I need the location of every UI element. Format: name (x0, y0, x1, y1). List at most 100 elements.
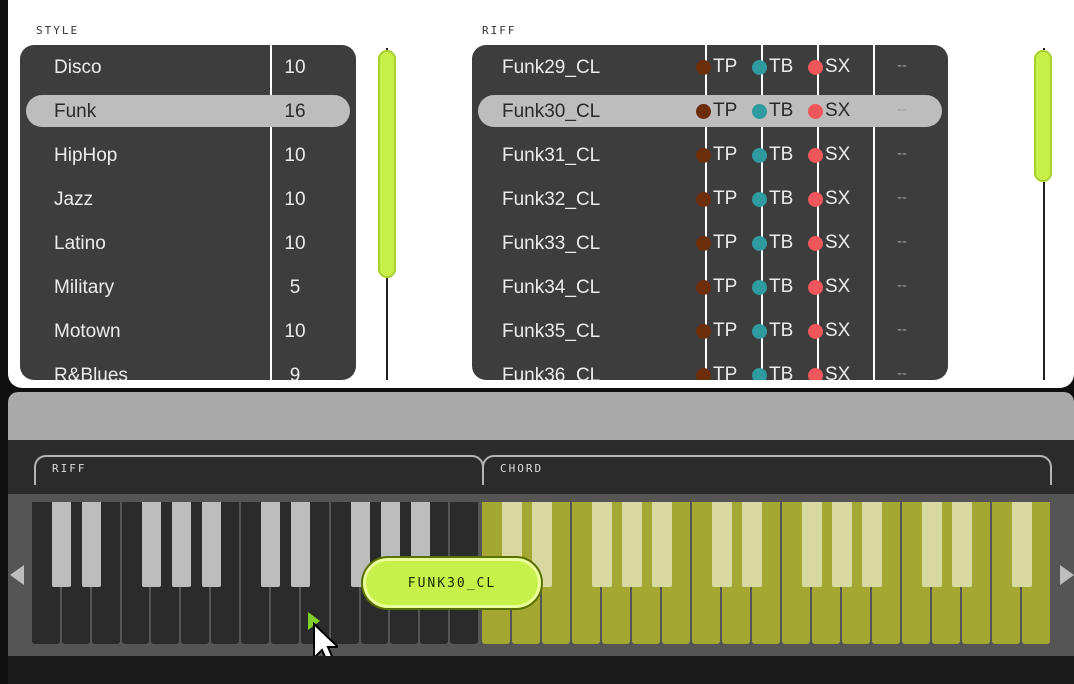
riff-item[interactable]: Funk35_CL TP TB SX -- (472, 313, 948, 349)
style-item[interactable]: Jazz 10 (20, 181, 356, 217)
riff-item-name: Funk33_CL (502, 233, 601, 254)
instrument-tag: TP (696, 100, 737, 122)
instrument-dot-icon (808, 235, 823, 251)
tab-chord[interactable]: CHORD (482, 455, 1052, 485)
instrument-tag: TB (752, 320, 793, 342)
riff-black-key[interactable] (52, 502, 72, 588)
riff-item[interactable]: Funk31_CL TP TB SX -- (472, 137, 948, 173)
riff-item-extra: -- (897, 57, 907, 74)
bottom-bar (8, 656, 1074, 684)
riff-header: RIFF (482, 24, 517, 37)
riff-item-extra: -- (897, 145, 907, 162)
chord-black-key[interactable] (592, 502, 612, 588)
riff-item-name: Funk31_CL (502, 145, 601, 166)
chord-black-key[interactable] (952, 502, 972, 588)
tab-riff[interactable]: RIFF (34, 455, 484, 485)
riff-black-key[interactable] (201, 502, 221, 588)
instrument-dot-icon (808, 191, 823, 207)
instrument-tag: TP (696, 276, 737, 298)
riff-scrollbar-thumb[interactable] (1034, 50, 1052, 182)
instrument-dot-icon (696, 235, 711, 251)
instrument-abbr: TB (769, 320, 794, 341)
instrument-abbr: TP (713, 100, 738, 121)
chord-keyboard[interactable] (482, 502, 1052, 644)
style-item-name: Latino (54, 233, 106, 254)
instrument-abbr: SX (825, 276, 851, 297)
riff-item[interactable]: Funk36_CL TP TB SX -- (472, 357, 948, 380)
instrument-tag: SX (808, 144, 850, 166)
instrument-tag: TB (752, 144, 793, 166)
tab-chord-label: CHORD (500, 462, 544, 475)
style-item-name: Disco (54, 57, 102, 78)
chord-black-key[interactable] (742, 502, 762, 588)
style-item[interactable]: Military 5 (20, 269, 356, 305)
style-scrollbar-thumb[interactable] (378, 50, 396, 278)
instrument-dot-icon (808, 103, 823, 119)
riff-item-name: Funk34_CL (502, 277, 601, 298)
riff-item-extra: -- (897, 365, 907, 380)
instrument-abbr: SX (825, 188, 851, 209)
instrument-tag: SX (808, 364, 850, 380)
riff-item-name: Funk36_CL (502, 365, 601, 380)
riff-black-key[interactable] (141, 502, 162, 588)
chord-black-key[interactable] (652, 502, 672, 588)
style-item-count: 10 (284, 321, 306, 342)
style-item[interactable]: HipHop 10 (20, 137, 356, 173)
style-item-count: 5 (289, 277, 301, 298)
chord-black-key[interactable] (832, 502, 852, 588)
riff-item[interactable]: Funk29_CL TP TB SX -- (472, 49, 948, 85)
instrument-dot-icon (752, 191, 767, 207)
instrument-tag: TB (752, 364, 793, 380)
instrument-dot-icon (752, 103, 767, 119)
style-item[interactable]: R&Blues 9 (20, 357, 356, 380)
instrument-tag: SX (808, 188, 850, 210)
instrument-tag: TP (696, 144, 737, 166)
style-item-name: HipHop (54, 145, 118, 166)
style-item[interactable]: Motown 10 (20, 313, 356, 349)
instrument-tag: TB (752, 232, 793, 254)
chord-black-key[interactable] (712, 502, 732, 588)
style-item[interactable]: Funk 16 (20, 93, 356, 129)
instrument-tag: TP (696, 320, 737, 342)
chord-black-key[interactable] (922, 502, 942, 588)
style-item[interactable]: Disco 10 (20, 49, 356, 85)
divider-band (8, 392, 1074, 440)
riff-item[interactable]: Funk32_CL TP TB SX -- (472, 181, 948, 217)
chord-black-key[interactable] (802, 502, 822, 588)
current-riff-pill[interactable]: FUNK30_CL (363, 558, 541, 608)
riff-item[interactable]: Funk33_CL TP TB SX -- (472, 225, 948, 261)
riff-item[interactable]: Funk30_CL TP TB SX -- (472, 93, 948, 129)
instrument-tag: SX (808, 276, 850, 298)
chord-black-key[interactable] (1012, 502, 1032, 588)
instrument-abbr: SX (825, 364, 851, 380)
riff-item-name: Funk30_CL (502, 101, 601, 122)
riff-black-key[interactable] (82, 502, 102, 588)
instrument-abbr: TP (713, 144, 738, 165)
style-item[interactable]: Latino 10 (20, 225, 356, 261)
instrument-tag: SX (808, 232, 850, 254)
instrument-dot-icon (752, 235, 767, 251)
riff-black-key[interactable] (291, 502, 311, 588)
riff-item[interactable]: Funk34_CL TP TB SX -- (472, 269, 948, 305)
instrument-dot-icon (696, 147, 711, 163)
instrument-abbr: TP (713, 232, 738, 253)
style-item-name: Jazz (54, 189, 94, 210)
instrument-abbr: TB (769, 364, 794, 380)
instrument-tag: TP (696, 364, 737, 380)
instrument-dot-icon (808, 323, 823, 339)
riff-black-key[interactable] (261, 502, 281, 588)
instrument-tag: TB (752, 100, 793, 122)
scroll-right-arrow-icon[interactable] (1060, 565, 1074, 585)
chord-black-key[interactable] (862, 502, 882, 588)
instrument-tag: TP (696, 56, 737, 78)
instrument-abbr: TB (769, 144, 794, 165)
scroll-left-arrow-icon[interactable] (10, 565, 24, 585)
style-item-count: 10 (284, 57, 306, 78)
instrument-abbr: TB (769, 232, 794, 253)
instrument-tag: TB (752, 56, 793, 78)
style-item-count: 10 (284, 145, 306, 166)
instrument-abbr: TB (769, 100, 794, 121)
style-item-count: 16 (284, 101, 306, 122)
riff-black-key[interactable] (171, 502, 191, 588)
chord-black-key[interactable] (622, 502, 642, 588)
